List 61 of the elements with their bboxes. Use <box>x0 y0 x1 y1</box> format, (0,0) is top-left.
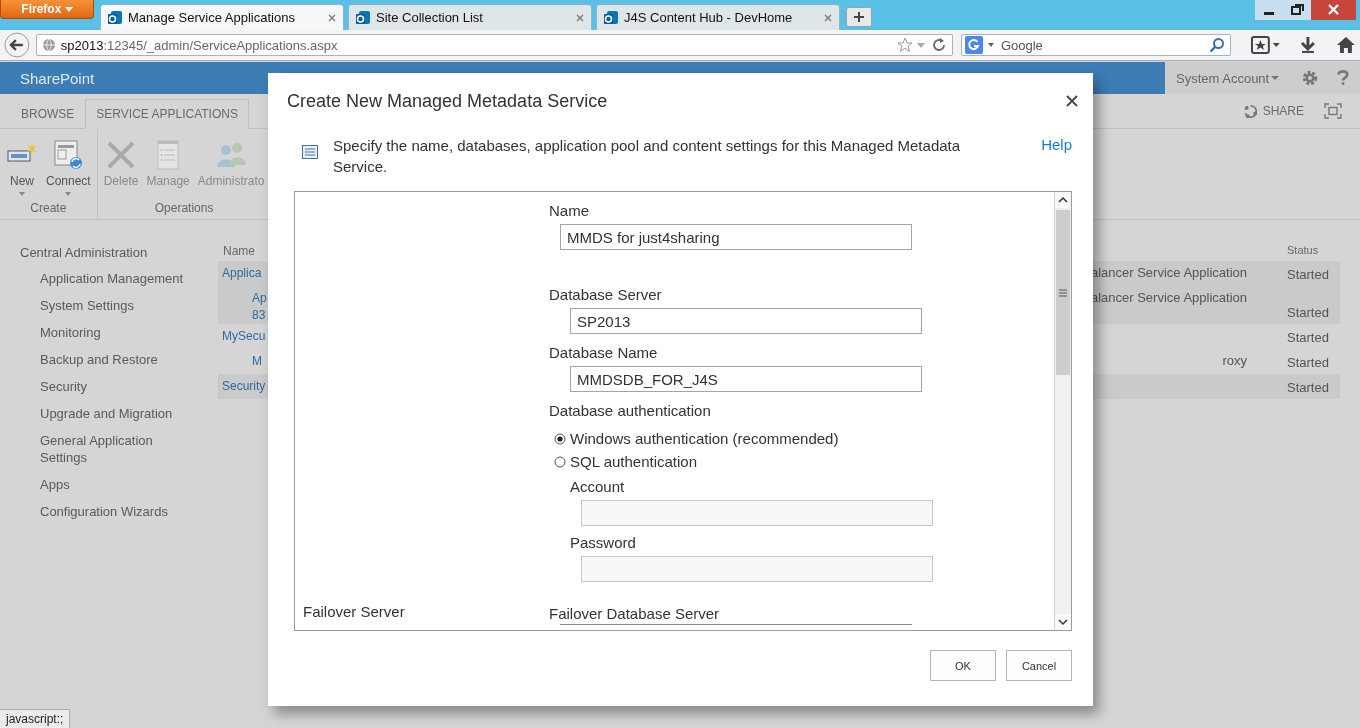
field-label: Database Server <box>549 285 663 305</box>
ribbon-tab[interactable]: SERVICE APPLICATIONS <box>85 99 249 129</box>
status-cell-text: Started <box>1287 330 1330 347</box>
service-application-link[interactable]: Security <box>222 378 266 395</box>
browser-tab[interactable]: Manage Service Applications <box>100 4 344 30</box>
search-field[interactable]: Google <box>960 34 1231 56</box>
text-field[interactable]: MMDSDB_FOR_J4S <box>570 366 922 392</box>
share-button[interactable]: SHARE <box>1242 103 1304 119</box>
status-cell-text: Started <box>1287 355 1330 372</box>
ribbon-group-label: Create <box>30 201 67 217</box>
description-text: Specify the name, databases, application pool and content settings for this Managed Metadata Service. <box>333 136 962 177</box>
service-application-link[interactable]: Applica <box>222 265 266 282</box>
table-cell: roxy <box>1222 353 1247 368</box>
cancel-button[interactable]: Cancel <box>1006 650 1072 681</box>
tab-title: J4S Content Hub - DevHome <box>624 10 794 25</box>
status-cell-text: Started <box>1287 305 1330 322</box>
nav-link[interactable]: Security <box>40 378 185 395</box>
ribbon-group-label: Operations <box>154 201 214 217</box>
service-application-link[interactable]: Ap 83 <box>252 290 266 324</box>
column-header: Status <box>1287 244 1320 258</box>
address-field[interactable]: sp2013:12345/_admin/ServiceApplications.aspx <box>35 34 953 56</box>
text-field[interactable]: SP2013 <box>570 308 922 334</box>
dialog-title: Create New Managed Metadata Service <box>287 90 609 112</box>
nav-link[interactable]: Apps <box>40 476 185 493</box>
nav-link[interactable]: Central Administration <box>20 244 220 261</box>
section-label: Failover Server <box>303 603 406 620</box>
column-header: Name <box>223 244 256 260</box>
radio-option[interactable]: SQL authentication <box>554 450 698 473</box>
text-field[interactable]: MMDS for just4sharing <box>560 224 912 250</box>
field-label: Account <box>570 477 626 497</box>
field-label: Password <box>570 533 637 553</box>
ribbon-button[interactable]: Connect <box>43 139 94 201</box>
table-cell: alancer Service Application <box>1090 290 1247 305</box>
nav-link[interactable]: Application Management <box>40 270 185 287</box>
nav-link[interactable]: Configuration Wizards <box>40 503 185 520</box>
ok-button[interactable]: OK <box>930 650 996 681</box>
browser-tab[interactable]: J4S Content Hub - DevHome <box>596 4 840 30</box>
service-application-link[interactable]: M <box>252 353 266 370</box>
ribbon-tab[interactable]: BROWSE <box>10 99 86 129</box>
status-text: javascript:; <box>0 709 71 728</box>
field-label: Name <box>549 201 590 221</box>
radio-option[interactable]: Windows authentication (recommended) <box>554 427 839 450</box>
nav-link[interactable]: Monitoring <box>40 324 185 341</box>
nav-link[interactable]: Backup and Restore <box>40 351 185 368</box>
status-cell-text: Started <box>1287 267 1330 284</box>
ribbon-button[interactable]: New <box>3 139 41 201</box>
service-application-link[interactable]: MySecu <box>222 328 266 345</box>
browser-tab[interactable]: Site Collection List <box>348 4 592 30</box>
help-link[interactable]: Help <box>1041 136 1072 153</box>
table-cell: alancer Service Application <box>1090 265 1247 280</box>
tab-title: Manage Service Applications <box>128 10 296 25</box>
field-label: Database Name <box>549 343 659 363</box>
status-cell-text: Started <box>1287 380 1330 397</box>
tab-title: Site Collection List <box>376 10 484 25</box>
sharepoint-brand[interactable]: SharePoint <box>20 69 95 87</box>
field-label: Failover Database Server <box>549 604 721 624</box>
firefox-menu-button[interactable]: Firefox <box>0 0 94 19</box>
nav-link[interactable]: Upgrade and Migration <box>40 405 185 422</box>
field-label: Database authentication <box>549 401 712 421</box>
nav-link[interactable]: System Settings <box>40 297 185 314</box>
nav-link[interactable]: General Application Settings <box>40 432 185 466</box>
